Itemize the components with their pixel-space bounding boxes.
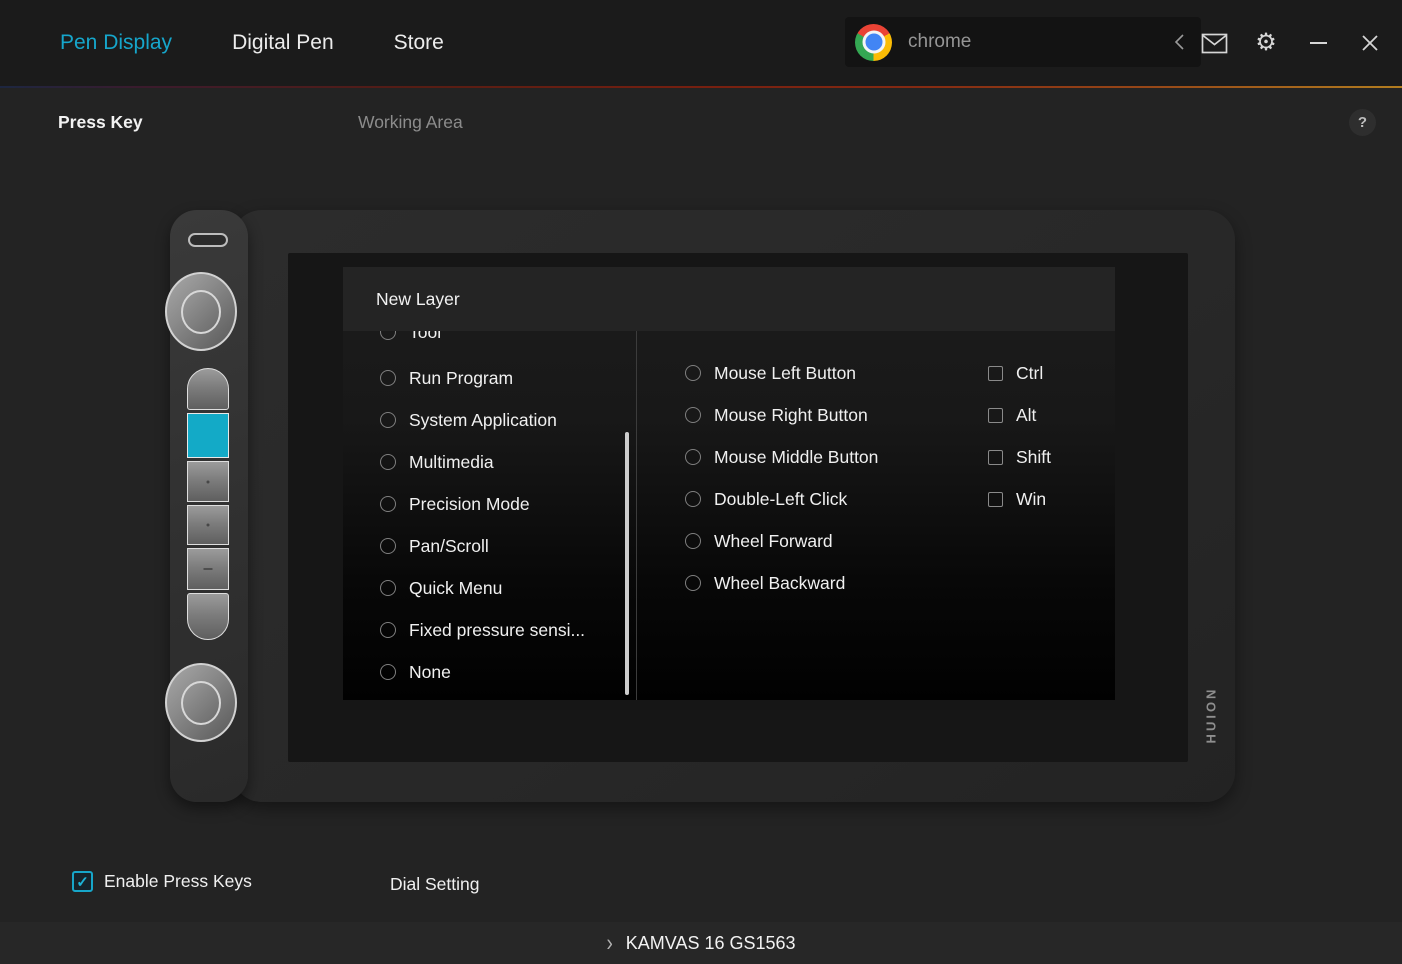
list-item-tool[interactable]: Tool	[343, 331, 636, 357]
radio-icon	[380, 454, 396, 470]
radio-icon	[380, 412, 396, 428]
modifier-alt[interactable]: Alt	[988, 394, 1051, 436]
chevron-right-icon: ›	[606, 931, 612, 955]
list-item-multimedia[interactable]: Multimedia	[343, 441, 636, 483]
checked-checkbox-icon[interactable]: ✓	[72, 871, 93, 892]
option-label: Mouse Left Button	[714, 363, 856, 384]
press-key-4[interactable]	[187, 505, 229, 545]
usb-port	[188, 233, 228, 247]
settings-gear-icon[interactable]: ⚙	[1252, 29, 1280, 57]
mail-icon[interactable]	[1200, 29, 1228, 57]
list-item-precision-mode[interactable]: Precision Mode	[343, 483, 636, 525]
modifier-label: Win	[1016, 489, 1046, 510]
list-item-label: Fixed pressure sensi...	[409, 620, 585, 641]
checkbox-icon	[988, 492, 1003, 507]
list-item-label: System Application	[409, 410, 557, 431]
accent-divider	[0, 86, 1402, 88]
chevron-left-icon[interactable]	[1173, 32, 1185, 52]
dialog-body: Tool Run Program System Application Mult…	[343, 331, 1115, 700]
tab-working-area[interactable]: Working Area	[358, 112, 463, 133]
huion-driver-window: Pen Display Digital Pen Store chrome ⚙	[0, 0, 1402, 964]
checkbox-icon	[988, 408, 1003, 423]
device-name: KAMVAS 16 GS1563	[626, 933, 796, 954]
radio-icon	[685, 407, 701, 423]
modifier-label: Alt	[1016, 405, 1036, 426]
list-item-none[interactable]: None	[343, 651, 636, 693]
dialog-title: New Layer	[343, 267, 1115, 331]
option-wheel-forward[interactable]: Wheel Forward	[637, 520, 1115, 562]
option-label: Mouse Middle Button	[714, 447, 878, 468]
radio-icon	[380, 622, 396, 638]
radio-icon	[380, 370, 396, 386]
press-key-2-active[interactable]	[187, 413, 229, 458]
radio-icon	[380, 496, 396, 512]
radio-icon	[685, 575, 701, 591]
modifier-label: Shift	[1016, 447, 1051, 468]
option-label: Double-Left Click	[714, 489, 847, 510]
nav-store[interactable]: Store	[394, 31, 444, 55]
modifier-shift[interactable]: Shift	[988, 436, 1051, 478]
radio-icon	[380, 580, 396, 596]
list-item-label: Tool	[409, 331, 441, 343]
radio-icon	[685, 365, 701, 381]
list-item-label: Quick Menu	[409, 578, 502, 599]
dial-top[interactable]	[165, 272, 237, 351]
list-scrollbar[interactable]	[625, 432, 629, 695]
list-item-fixed-pressure[interactable]: Fixed pressure sensi...	[343, 609, 636, 651]
list-item-quick-menu[interactable]: Quick Menu	[343, 567, 636, 609]
option-label: Mouse Right Button	[714, 405, 868, 426]
close-icon[interactable]	[1356, 29, 1384, 57]
list-item-pan-scroll[interactable]: Pan/Scroll	[343, 525, 636, 567]
radio-icon	[380, 538, 396, 554]
enable-press-keys-label: Enable Press Keys	[104, 871, 252, 892]
press-keys	[187, 368, 229, 640]
press-key-1[interactable]	[187, 368, 229, 410]
radio-icon	[685, 533, 701, 549]
list-item-system-application[interactable]: System Application	[343, 399, 636, 441]
minimize-icon[interactable]	[1304, 29, 1332, 57]
app-selector[interactable]: chrome	[845, 17, 1201, 67]
modifier-label: Ctrl	[1016, 363, 1043, 384]
chrome-icon	[855, 24, 892, 61]
list-item-label: Pan/Scroll	[409, 536, 489, 557]
list-item-label: Run Program	[409, 368, 513, 389]
dial-setting-button[interactable]: Dial Setting	[390, 874, 480, 895]
enable-press-keys-control[interactable]: ✓ Enable Press Keys	[72, 871, 252, 892]
press-key-3[interactable]	[187, 461, 229, 502]
app-selector-name: chrome	[908, 31, 1173, 53]
titlebar: Pen Display Digital Pen Store chrome ⚙	[0, 0, 1402, 86]
option-wheel-backward[interactable]: Wheel Backward	[637, 562, 1115, 604]
radio-icon	[380, 664, 396, 680]
press-key-6[interactable]	[187, 593, 229, 640]
nav-pen-display[interactable]: Pen Display	[60, 31, 172, 55]
dial-bottom[interactable]	[165, 663, 237, 742]
list-item-run-program[interactable]: Run Program	[343, 357, 636, 399]
window-controls: ⚙	[1200, 0, 1384, 86]
help-button[interactable]: ?	[1349, 109, 1376, 136]
tab-press-key[interactable]: Press Key	[58, 112, 143, 133]
option-label: Wheel Forward	[714, 531, 833, 552]
mouse-options-panel: Mouse Left Button Mouse Right Button Mou…	[637, 331, 1115, 700]
modifier-keys: Ctrl Alt Shift Win	[988, 352, 1051, 520]
list-item-label: Precision Mode	[409, 494, 530, 515]
statusbar[interactable]: › KAMVAS 16 GS1563	[0, 922, 1402, 964]
main-nav: Pen Display Digital Pen Store	[60, 0, 444, 86]
checkbox-icon	[988, 366, 1003, 381]
list-item-label: None	[409, 662, 451, 683]
modifier-win[interactable]: Win	[988, 478, 1051, 520]
radio-icon	[380, 331, 396, 340]
key-function-dialog: New Layer Tool Run Program System Applic…	[343, 267, 1115, 700]
radio-icon	[685, 491, 701, 507]
option-label: Wheel Backward	[714, 573, 845, 594]
radio-icon	[685, 449, 701, 465]
huion-brand-label: HUION	[1204, 687, 1219, 744]
checkbox-icon	[988, 450, 1003, 465]
function-list: Tool Run Program System Application Mult…	[343, 331, 637, 700]
list-item-label: Multimedia	[409, 452, 494, 473]
modifier-ctrl[interactable]: Ctrl	[988, 352, 1051, 394]
press-key-5[interactable]	[187, 548, 229, 590]
nav-digital-pen[interactable]: Digital Pen	[232, 31, 334, 55]
